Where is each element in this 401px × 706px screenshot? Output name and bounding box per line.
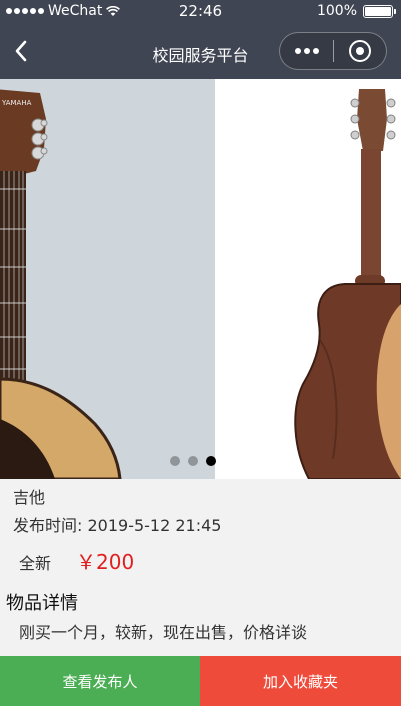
status-bar: WeChat 22:46 100% [0,0,401,22]
carousel-dot-3[interactable] [206,456,216,466]
status-right: 100% [316,3,396,19]
close-mini-program-button[interactable] [334,33,386,69]
yamaha-logo: YAMAHA [1,99,32,107]
detail-text: 刚买一个月，较新，现在出售，价格详谈 [19,623,308,642]
view-publisher-button[interactable]: 查看发布人 [0,656,200,706]
battery-icon [363,4,396,18]
publish-time: 发布时间: 2019-5-12 21:45 [13,516,222,535]
mini-program-capsule [279,32,387,70]
battery-percent: 100% [316,3,357,19]
more-dots-icon [294,48,319,54]
nav-bar: 校园服务平台 [0,22,401,79]
item-name: 吉他 [13,488,46,507]
more-button[interactable] [280,33,333,69]
carousel-slide-current [215,79,401,479]
detail-heading: 物品详情 [6,593,78,614]
carousel-dot-1[interactable] [170,456,180,466]
item-condition: 全新 [19,554,52,573]
bottom-action-bar: 查看发布人 加入收藏夹 [0,656,401,706]
target-ring-icon [348,40,371,62]
image-carousel[interactable]: YAMAHA [0,79,401,479]
guitar-front-image: YAMAHA [0,79,215,479]
item-price: ￥200 [76,550,135,574]
add-favorite-button[interactable]: 加入收藏夹 [200,656,401,706]
guitar-back-image [215,79,401,479]
carousel-dot-2[interactable] [188,456,198,466]
carousel-slide-previous: YAMAHA [0,79,215,479]
carousel-indicators [170,456,216,466]
